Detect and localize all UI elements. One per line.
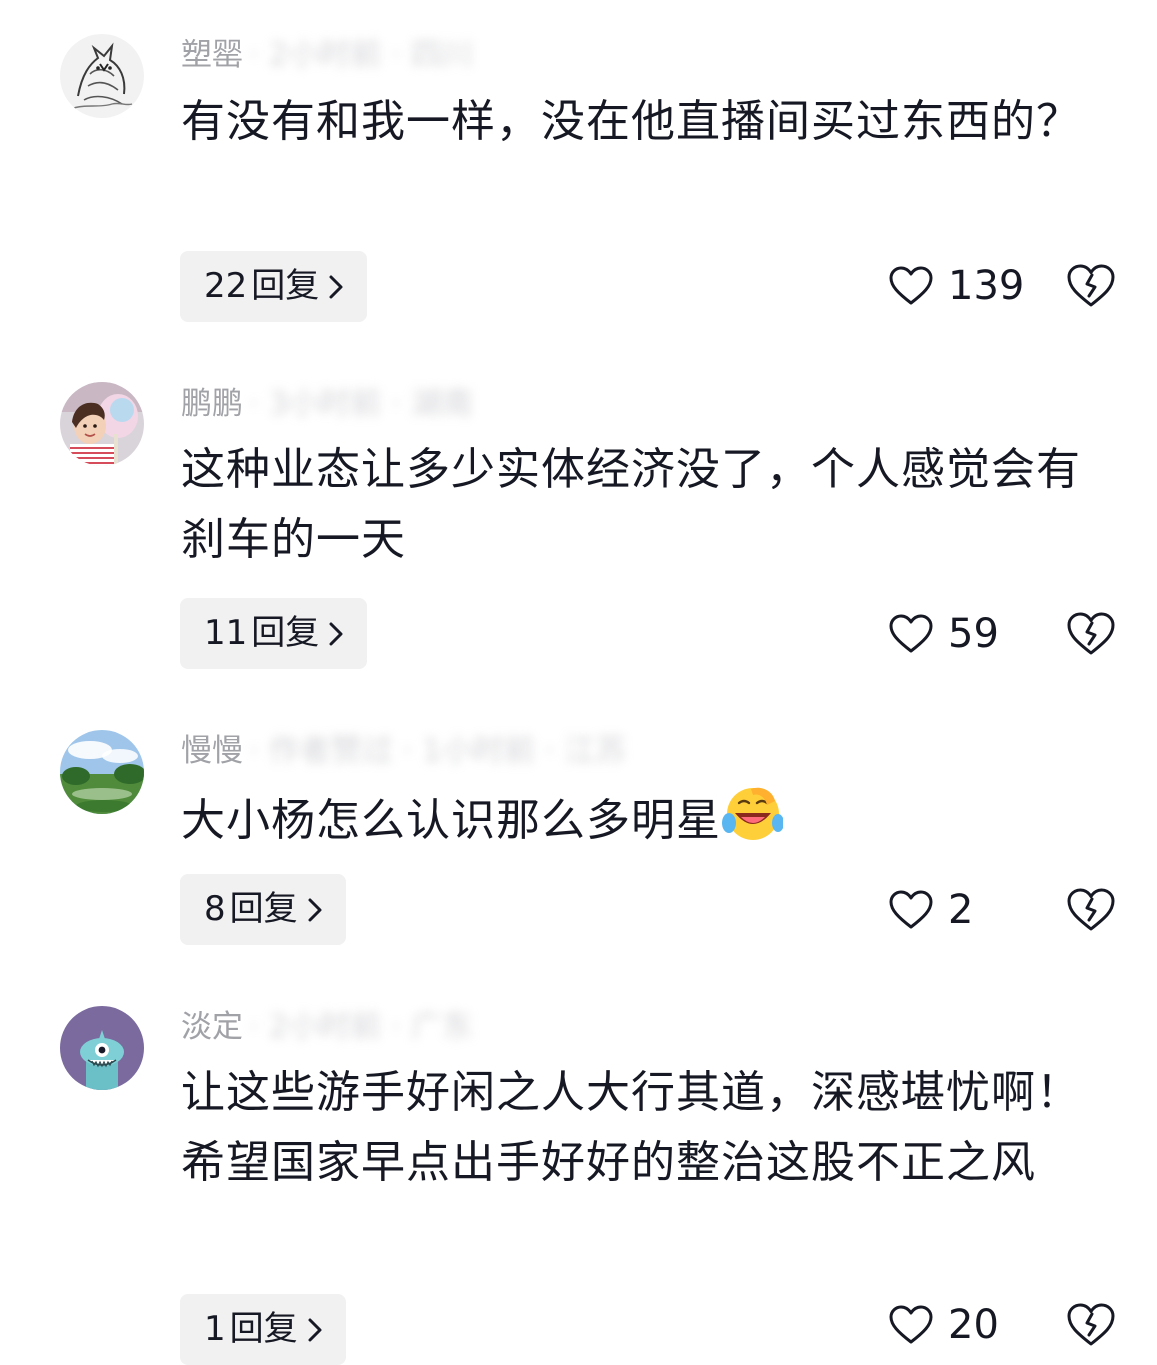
username[interactable]: 塑罂 bbox=[181, 35, 243, 75]
like-button[interactable]: 59 bbox=[888, 604, 999, 664]
like-count: 2 bbox=[948, 887, 974, 933]
chevron-right-icon bbox=[308, 1318, 322, 1341]
username[interactable]: 慢慢 bbox=[181, 731, 243, 771]
laughing-crying-emoji bbox=[722, 787, 783, 840]
avatar[interactable] bbox=[60, 382, 144, 466]
reply-count: 11 bbox=[204, 613, 248, 653]
avatar[interactable] bbox=[60, 34, 144, 118]
view-replies-button[interactable]: 22 回复 bbox=[180, 251, 368, 322]
girl-cotton-candy-avatar-icon bbox=[60, 382, 144, 466]
comment-meta: 慢慢 · 作者赞过 · 1小时前 · 江苏 bbox=[181, 731, 627, 771]
broken-heart-icon[interactable] bbox=[1066, 263, 1116, 309]
comment-text: 有没有和我一样，没在他直播间买过东西的？ bbox=[181, 96, 1081, 147]
view-replies-button[interactable]: 1 回复 bbox=[180, 1294, 346, 1365]
reply-label: 回复 bbox=[229, 1309, 298, 1349]
comment-meta-obscured: · 2小时前 · 四川 bbox=[249, 37, 473, 73]
like-count: 20 bbox=[948, 1302, 999, 1348]
reply-count: 8 bbox=[204, 889, 226, 929]
comment-text: 让这些游手好闲之人大行其道，深感堪忧啊！希望国家早点出手好好的整治这股不正之风 bbox=[181, 1067, 1081, 1188]
comment-text-content: 大小杨怎么认识那么多明星 bbox=[181, 795, 721, 846]
reply-count: 1 bbox=[204, 1309, 226, 1349]
view-replies-button[interactable]: 11 回复 bbox=[180, 598, 368, 669]
chevron-right-icon bbox=[308, 898, 322, 921]
like-button[interactable]: 139 bbox=[888, 256, 1024, 316]
like-button[interactable]: 2 bbox=[888, 880, 973, 940]
avatar[interactable] bbox=[60, 1006, 144, 1090]
heart-icon bbox=[889, 614, 933, 653]
ink-wolf-avatar-icon bbox=[60, 34, 144, 118]
avatar[interactable] bbox=[60, 730, 144, 814]
chevron-right-icon bbox=[329, 622, 343, 645]
broken-heart-icon[interactable] bbox=[1066, 887, 1116, 933]
like-count: 139 bbox=[948, 263, 1025, 309]
username[interactable]: 淡定 bbox=[181, 1007, 243, 1047]
heart-icon bbox=[889, 890, 933, 929]
username[interactable]: 鹏鹏 bbox=[181, 384, 243, 424]
broken-heart-icon[interactable] bbox=[1066, 1302, 1116, 1348]
chevron-right-icon bbox=[329, 275, 343, 298]
comment-meta-obscured: · 作者赞过 · 1小时前 · 江苏 bbox=[249, 733, 627, 769]
heart-icon bbox=[889, 266, 933, 305]
reply-label: 回复 bbox=[229, 889, 298, 929]
comment-text: 这种业态让多少实体经济没了，个人感觉会有刹车的一天 bbox=[181, 444, 1081, 565]
comment-meta: 鹏鹏 · 3小时前 · 湖南 bbox=[181, 384, 473, 424]
comment-meta-obscured: · 2小时前 · 广东 bbox=[249, 1009, 473, 1045]
comment-meta: 塑罂 · 2小时前 · 四川 bbox=[181, 35, 473, 75]
park-landscape-avatar-icon bbox=[60, 730, 144, 814]
reply-count: 22 bbox=[204, 266, 248, 306]
comment-meta: 淡定 · 2小时前 · 广东 bbox=[181, 1007, 473, 1047]
reply-label: 回复 bbox=[251, 266, 320, 306]
reply-label: 回复 bbox=[251, 613, 320, 653]
heart-icon bbox=[889, 1305, 933, 1344]
like-count: 59 bbox=[948, 611, 999, 657]
comment-text: 大小杨怎么认识那么多明星 bbox=[181, 783, 1121, 856]
like-button[interactable]: 20 bbox=[888, 1295, 999, 1355]
comment-meta-obscured: · 3小时前 · 湖南 bbox=[249, 386, 473, 422]
view-replies-button[interactable]: 8 回复 bbox=[180, 874, 346, 945]
cartoon-monster-avatar-icon bbox=[60, 1006, 144, 1090]
broken-heart-icon[interactable] bbox=[1066, 611, 1116, 657]
